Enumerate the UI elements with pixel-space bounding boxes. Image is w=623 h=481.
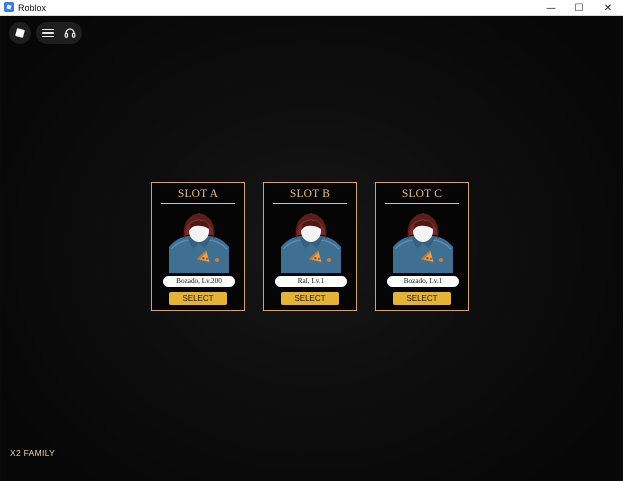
slot-title-underline	[161, 203, 235, 204]
roblox-app-icon	[4, 2, 14, 12]
roblox-window: Roblox — ☐ ✕ SLOT A Bozado, Lv.200 SELEC…	[0, 0, 623, 481]
roblox-logo-icon	[15, 28, 25, 38]
window-title: Roblox	[18, 3, 47, 13]
hamburger-icon[interactable]	[42, 28, 54, 38]
title-bar[interactable]: Roblox — ☐ ✕	[0, 0, 623, 16]
character-name: Bozado, Lv.200	[163, 276, 235, 287]
headphones-icon[interactable]	[64, 27, 76, 39]
select-button[interactable]: SELECT	[281, 292, 339, 305]
select-button[interactable]: SELECT	[393, 292, 451, 305]
slot-title-underline	[273, 203, 347, 204]
roblox-hud-topbar	[9, 22, 82, 44]
slot-card-b: SLOT B Ral, Lv.1 SELECT	[263, 182, 357, 311]
maximize-button[interactable]: ☐	[565, 0, 593, 16]
slot-title-underline	[385, 203, 459, 204]
slot-card-c: SLOT C Bozado, Lv.1 SELECT	[375, 182, 469, 311]
character-name: Ral, Lv.1	[275, 276, 347, 287]
character-avatar	[281, 213, 341, 273]
character-name: Bozado, Lv.1	[387, 276, 459, 287]
close-button[interactable]: ✕	[593, 0, 623, 16]
slot-title: SLOT B	[289, 188, 331, 200]
minimize-button[interactable]: —	[537, 0, 565, 16]
hud-pill	[36, 22, 82, 44]
family-label: X2 FAMILY	[10, 448, 56, 458]
window-controls: — ☐ ✕	[537, 0, 623, 16]
slot-title: SLOT A	[177, 188, 219, 200]
character-avatar	[393, 213, 453, 273]
slot-card-a: SLOT A Bozado, Lv.200 SELECT	[151, 182, 245, 311]
slot-title: SLOT C	[401, 188, 443, 200]
character-avatar	[169, 213, 229, 273]
roblox-menu-button[interactable]	[9, 22, 31, 44]
slot-selection: SLOT A Bozado, Lv.200 SELECT SLOT B Ral,…	[151, 182, 473, 313]
game-viewport: SLOT A Bozado, Lv.200 SELECT SLOT B Ral,…	[1, 16, 622, 480]
select-button[interactable]: SELECT	[169, 292, 227, 305]
